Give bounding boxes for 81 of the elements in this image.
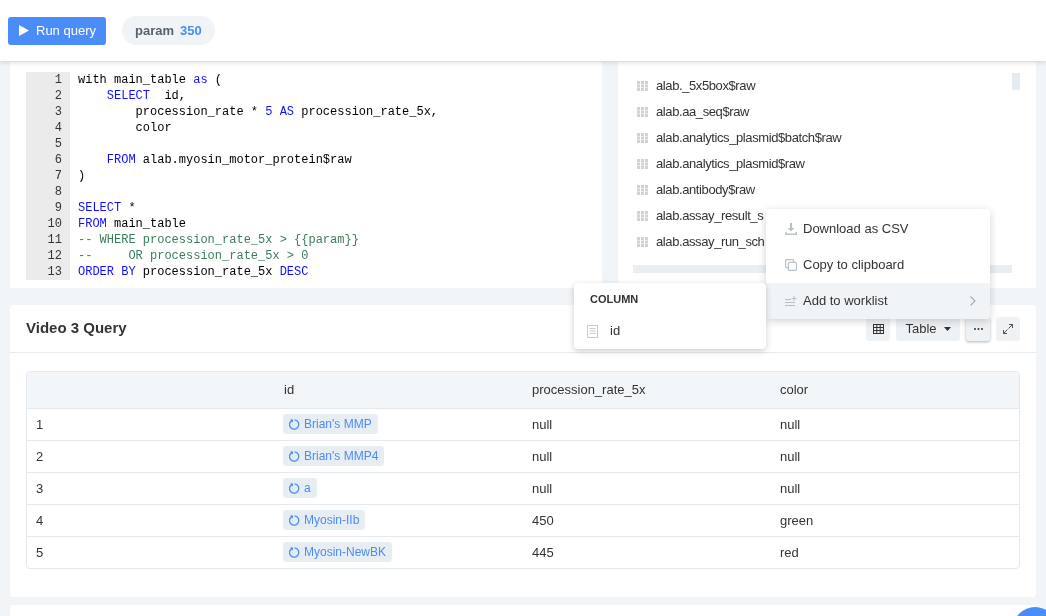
- chevron-right-icon: [970, 296, 976, 306]
- grid-icon: [637, 107, 648, 117]
- circle-arrow-icon: [289, 450, 300, 462]
- line-number: 1: [26, 72, 70, 88]
- line-number: 9: [26, 200, 70, 216]
- column-header: id: [283, 381, 296, 400]
- submenu-heading: COLUMN: [589, 291, 640, 307]
- table-list-item[interactable]: alab.antibody$raw: [637, 177, 755, 203]
- list-plus-icon: [785, 296, 797, 306]
- code-line: SELECT id,: [105, 88, 187, 104]
- table-cell-text: 445: [531, 543, 555, 562]
- line-number: 7: [26, 168, 70, 184]
- table-list-item[interactable]: alab._5x5box$raw: [637, 73, 756, 99]
- code-line: -- OR procession_rate_5x > 0: [77, 248, 309, 264]
- row-number: 4: [35, 511, 45, 530]
- line-number: 13: [26, 264, 70, 280]
- line-number: 11: [26, 232, 70, 248]
- line-number: 2: [26, 88, 70, 104]
- line-number: 4: [26, 120, 70, 136]
- code-line: color: [134, 120, 172, 136]
- table-list-item[interactable]: alab.analytics_plasmid$raw: [637, 151, 805, 177]
- row-number: 5: [35, 543, 45, 562]
- table-list-item[interactable]: alab.analytics_plasmid$batch$raw: [637, 125, 842, 151]
- row-number: 2: [35, 447, 45, 466]
- code-line: ): [77, 168, 86, 184]
- table-cell-text: null: [779, 479, 802, 498]
- submenu-item[interactable]: id: [574, 315, 766, 347]
- menu-item[interactable]: Add to worklist: [766, 283, 990, 319]
- circle-arrow-icon: [289, 514, 300, 526]
- table-cell-text: green: [779, 511, 815, 530]
- table-icon: [872, 323, 884, 334]
- code-line: with main_table as (: [77, 72, 223, 88]
- download-icon: [785, 223, 797, 235]
- table-cell-text: null: [779, 447, 802, 466]
- grid-icon: [637, 237, 648, 247]
- vertical-scrollbar-thumb[interactable]: [1012, 73, 1020, 90]
- row-number: 1: [35, 415, 45, 434]
- document-icon: [587, 324, 598, 338]
- table-cell-text: red: [779, 543, 800, 562]
- circle-arrow-icon: [289, 482, 300, 494]
- table-list-item[interactable]: alab.aa_seq$raw: [637, 99, 750, 125]
- line-number: 5: [26, 136, 70, 152]
- column-header: color: [779, 381, 810, 400]
- code-line: -- WHERE procession_rate_5x > {{param}}: [77, 232, 359, 248]
- line-number: 6: [26, 152, 70, 168]
- parameter-label: param: [135, 21, 175, 40]
- grid-icon: [637, 185, 648, 195]
- copy-icon: [785, 259, 797, 271]
- line-number: 8: [26, 184, 70, 200]
- code-line: SELECT *: [77, 200, 136, 216]
- grid-icon: [637, 159, 648, 169]
- column-header: procession_rate_5x: [531, 381, 647, 400]
- table-cell-text: 450: [531, 511, 555, 530]
- code-line: FROM alab.myosin_motor_protein$raw: [105, 152, 352, 168]
- code-line: procession_rate * 5 AS procession_rate_5x,: [134, 104, 439, 120]
- table-cell-text: null: [531, 479, 554, 498]
- grid-icon: [637, 211, 648, 221]
- table-list-item[interactable]: alab.assay_result_s: [637, 203, 764, 229]
- table-cell-text: null: [531, 447, 554, 466]
- menu-item[interactable]: Copy to clipboard: [766, 247, 990, 283]
- caret-down-icon: [943, 326, 951, 331]
- more-icon: [973, 327, 983, 330]
- play-icon: [19, 25, 29, 36]
- grid-icon: [637, 133, 648, 143]
- line-number: 3: [26, 104, 70, 120]
- table-cell-text: null: [779, 415, 802, 434]
- line-number: 10: [26, 216, 70, 232]
- circle-arrow-icon: [289, 546, 300, 558]
- code-line: FROM main_table: [77, 216, 187, 232]
- panel-title: Video 3 Query: [26, 318, 127, 339]
- circle-arrow-icon: [289, 418, 300, 430]
- expand-icon: [1003, 323, 1013, 334]
- row-number: 3: [35, 479, 45, 498]
- menu-item[interactable]: Download as CSV: [766, 211, 990, 247]
- table-list-item[interactable]: alab.assay_run_sch: [637, 229, 765, 255]
- line-number: 12: [26, 248, 70, 264]
- expand-button[interactable]: [996, 316, 1020, 341]
- parameter-value: 350: [180, 21, 202, 40]
- table-cell-text: null: [531, 415, 554, 434]
- code-line: ORDER BY procession_rate_5x DESC: [77, 264, 309, 280]
- grid-icon: [637, 81, 648, 91]
